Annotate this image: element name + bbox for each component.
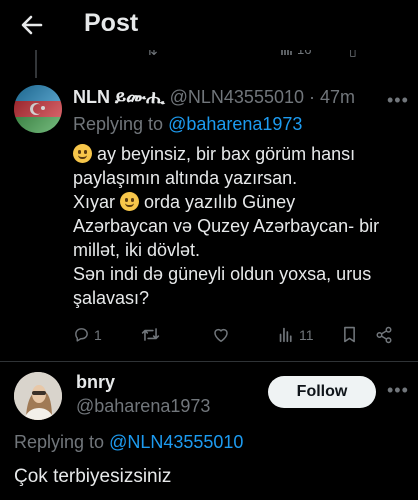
post-header: NLN ይሙሒ @NLN43555010 · 47m <box>73 87 355 108</box>
top-bar: Post <box>0 0 418 50</box>
post-line-5: millət, iki dövlət. <box>73 240 201 260</box>
more-options-button[interactable]: ••• <box>387 90 409 111</box>
follow-button[interactable]: Follow <box>268 376 376 408</box>
share-button[interactable] <box>375 326 393 344</box>
share-icon <box>376 326 392 344</box>
grinning-face-emoji <box>120 192 140 211</box>
retweet-button[interactable] <box>141 326 160 343</box>
post-line-4: Azərbaycan və Quzey Azərbaycan- bir <box>73 216 380 236</box>
back-button[interactable] <box>14 8 50 42</box>
post-line-2: paylaşımın altında yazırsan. <box>73 168 298 188</box>
post-time[interactable]: 47m <box>320 87 355 107</box>
post-line-3: Xıyar orda yazılıb Güney <box>73 192 296 212</box>
more-horizontal-icon: ••• <box>387 90 409 110</box>
author-name[interactable]: bnry <box>76 372 115 393</box>
post-line-7: şalavası? <box>73 288 150 308</box>
replying-to-mention[interactable]: @NLN43555010 <box>109 432 243 452</box>
bookmark-button[interactable] <box>342 326 357 343</box>
more-options-button[interactable]: ••• <box>387 380 409 401</box>
flag-avatar-image <box>14 85 62 133</box>
replying-to-label: Replying to <box>14 432 110 452</box>
post-text: ay beyinsiz, bir bax görüm hansı paylaşı… <box>73 142 408 310</box>
replying-to: Replying to @baharena1973 <box>73 114 302 135</box>
views-count: 11 <box>299 326 314 343</box>
reply-button[interactable]: 1 <box>73 326 102 343</box>
separator: · <box>309 87 316 107</box>
previous-post-actions: ⇅ 16 ▯ ⌃ <box>0 48 418 64</box>
thread-line <box>35 50 37 78</box>
like-button[interactable] <box>212 326 230 343</box>
post-text: Çok terbiyesizsiniz <box>14 466 172 487</box>
views-button[interactable]: 11 <box>278 326 314 343</box>
more-horizontal-icon: ••• <box>387 380 409 400</box>
bookmark-icon <box>344 326 355 343</box>
author-handle[interactable]: @NLN43555010 <box>170 87 304 107</box>
profile-photo <box>14 372 62 420</box>
page-title: Post <box>84 9 139 37</box>
author-handle[interactable]: @baharena1973 <box>76 396 210 417</box>
views-icon <box>279 327 292 343</box>
avatar[interactable] <box>14 372 62 420</box>
reply-count: 1 <box>94 326 102 343</box>
post-actions: 1 11 <box>73 326 408 352</box>
arrow-left-icon <box>21 15 43 35</box>
avatar[interactable] <box>14 85 62 133</box>
post-line-6: Sən indi də güneyli oldun yoxsa, urus <box>73 264 372 284</box>
reply-icon <box>75 328 88 342</box>
replying-to-mention[interactable]: @baharena1973 <box>168 114 302 134</box>
replying-to: Replying to @NLN43555010 <box>14 432 243 453</box>
replying-to-label: Replying to <box>73 114 169 134</box>
divider <box>0 361 418 362</box>
retweet-icon <box>141 328 160 341</box>
grinning-face-emoji <box>73 144 92 163</box>
post-line-1: ay beyinsiz, bir bax görüm hansı <box>73 142 408 166</box>
author-name[interactable]: NLN ይሙሒ <box>73 87 165 107</box>
heart-icon <box>214 328 228 342</box>
